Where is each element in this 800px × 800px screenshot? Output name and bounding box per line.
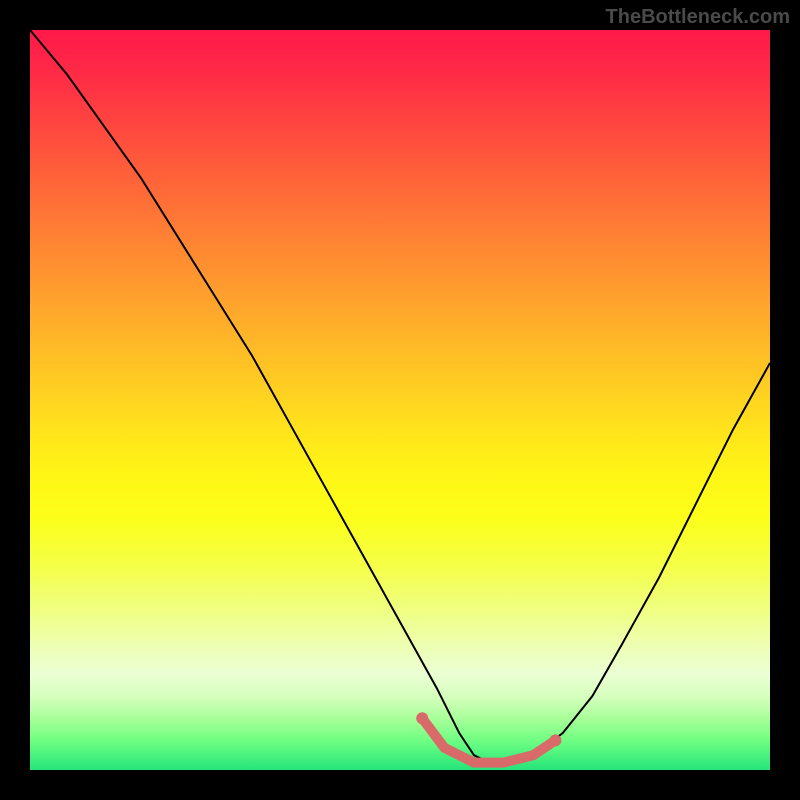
curve-layer [30, 30, 770, 770]
bottleneck-curve [30, 30, 770, 763]
chart-container: TheBottleneck.com [0, 0, 800, 800]
highlight-dot-end [549, 734, 561, 746]
watermark-text: TheBottleneck.com [606, 6, 790, 29]
highlight-dot-start [416, 712, 428, 724]
highlight-segment [422, 718, 555, 762]
plot-area [30, 30, 770, 770]
